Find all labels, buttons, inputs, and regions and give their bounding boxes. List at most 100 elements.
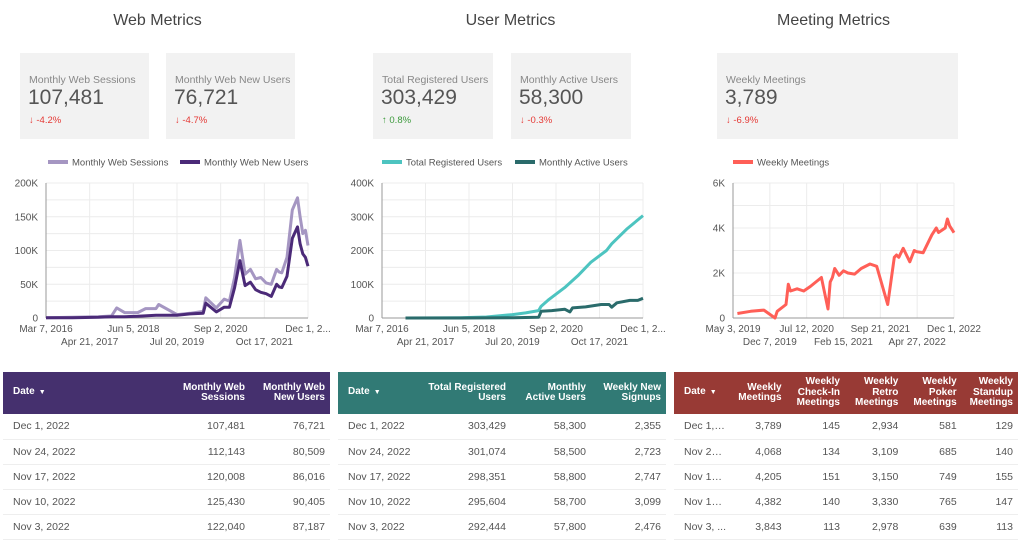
table-row[interactable]: Nov 10, 2022 295,604 58,700 3,099 xyxy=(338,489,666,515)
kpi-card-web-sessions: Monthly Web Sessions 107,481 ↓ -4.2% xyxy=(20,53,149,139)
column-header-weekly-meetings[interactable]: Weekly Meetings xyxy=(732,372,786,414)
value-cell: 4,068 xyxy=(732,439,787,465)
y-tick-label: 2K xyxy=(713,269,726,280)
kpi-change: ↓ -4.7% xyxy=(175,115,207,126)
column-header-total-registered-users[interactable]: Total Registered Users xyxy=(421,372,511,414)
kpi-card-web-new-users: Monthly Web New Users 76,721 ↓ -4.7% xyxy=(166,53,295,139)
kpi-change: ↓ -4.2% xyxy=(29,115,61,126)
y-tick-label: 200K xyxy=(351,246,375,257)
column-header-monthly-active-users[interactable]: Monthly Active Users xyxy=(511,372,591,414)
x-tick-label: Jul 20, 2019 xyxy=(485,337,540,348)
value-cell: 2,476 xyxy=(591,514,666,540)
legend-swatch xyxy=(733,160,753,164)
date-cell: Nov 3, 2022 xyxy=(3,514,170,540)
table-row[interactable]: Nov 24, 2022 112,143 80,509 xyxy=(3,439,330,465)
date-cell: Nov 17, 2022 xyxy=(338,464,421,490)
column-header-weekly-retro-meetings[interactable]: Weekly Retro Meetings xyxy=(845,372,903,414)
legend-item[interactable]: Total Registered Users xyxy=(382,158,502,169)
column-header-weekly-poker-meetings[interactable]: Weekly Poker Meetings xyxy=(903,372,961,414)
kpi-label: Weekly Meetings xyxy=(726,74,806,86)
x-tick-label: Dec 1, 2022 xyxy=(927,324,981,335)
table-row[interactable]: Nov 3, 2022 122,040 87,187 xyxy=(3,514,330,540)
table-row[interactable]: Nov 3, ... 3,843 113 2,978 639 113 xyxy=(674,514,1018,540)
legend-label: Monthly Web Sessions xyxy=(72,158,169,169)
value-cell: 3,099 xyxy=(591,489,666,515)
date-cell: Nov 10, 2022 xyxy=(3,489,170,515)
value-cell: 58,700 xyxy=(511,489,591,515)
table-row[interactable]: Nov 3, 2022 292,444 57,800 2,476 xyxy=(338,514,666,540)
x-tick-label: Mar 7, 2016 xyxy=(355,324,409,335)
date-cell: Nov 17,... xyxy=(674,464,733,490)
legend-item[interactable]: Monthly Web Sessions xyxy=(48,158,169,169)
column-header-label: Weekly Poker Meetings xyxy=(913,376,957,409)
legend-swatch xyxy=(48,160,68,164)
x-tick-label: Dec 7, 2019 xyxy=(743,337,797,348)
value-cell: 749 xyxy=(903,464,962,490)
y-tick-label: 100K xyxy=(15,246,39,257)
x-tick-label: Mar 7, 2016 xyxy=(19,324,73,335)
section-title-user: User Metrics xyxy=(465,12,556,29)
x-tick-label: Feb 15, 2021 xyxy=(814,337,873,348)
x-tick-label: Apr 21, 2017 xyxy=(61,337,119,348)
value-cell: 3,789 xyxy=(732,414,787,440)
table-row[interactable]: Nov 10,... 4,382 140 3,330 765 147 xyxy=(674,489,1018,515)
table-row[interactable]: Dec 1, 2022 303,429 58,300 2,355 xyxy=(338,414,666,440)
legend-label: Monthly Web New Users xyxy=(204,158,309,169)
legend-item[interactable]: Monthly Web New Users xyxy=(180,158,309,169)
kpi-change-value: -6.9% xyxy=(733,115,759,126)
table-row[interactable]: Nov 17,... 4,205 151 3,150 749 155 xyxy=(674,464,1018,490)
column-header-weekly-check-in-meetings[interactable]: Weekly Check-In Meetings xyxy=(787,372,845,414)
table-row[interactable]: Nov 24, 2022 301,074 58,500 2,723 xyxy=(338,439,666,465)
x-tick-label: Sep 2, 2020 xyxy=(194,324,248,335)
table-row[interactable]: Nov 24,... 4,068 134 3,109 685 140 xyxy=(674,439,1018,465)
x-tick-label: Oct 17, 2021 xyxy=(571,337,629,348)
y-tick-label: 200K xyxy=(15,179,39,190)
y-tick-label: 0 xyxy=(368,314,374,325)
column-header-weekly-standup-meetings[interactable]: Weekly Standup Meetings xyxy=(962,372,1018,414)
value-cell: 134 xyxy=(786,439,845,465)
table-row[interactable]: Dec 1, 2... 3,789 145 2,934 581 129 xyxy=(674,414,1018,440)
value-cell: 112,143 xyxy=(170,439,250,465)
table-row[interactable]: Dec 1, 2022 107,481 76,721 xyxy=(3,414,330,440)
value-cell: 113 xyxy=(786,514,845,540)
sort-desc-icon[interactable]: ▼ xyxy=(374,389,381,396)
value-cell: 3,150 xyxy=(844,464,904,490)
column-header-monthly-web-new-users[interactable]: Monthly Web New Users xyxy=(250,372,330,414)
x-tick-label: Oct 17, 2021 xyxy=(236,337,294,348)
legend-label: Weekly Meetings xyxy=(757,158,829,169)
web-metrics-chart: Monthly Web Sessions Monthly Web New User… xyxy=(15,158,331,349)
x-tick-label: Dec 1, 2... xyxy=(620,324,666,335)
meeting-metrics-table: Date ▼ Weekly Meetings Weekly Check-In Meet… xyxy=(674,372,1018,540)
value-cell: 122,040 xyxy=(170,514,250,540)
sort-desc-icon[interactable]: ▼ xyxy=(39,389,46,396)
column-header-date[interactable]: Date ▼ xyxy=(3,372,170,414)
section-title-web: Web Metrics xyxy=(113,12,202,29)
column-header-date[interactable]: Date ▼ xyxy=(338,372,421,414)
table-row[interactable]: Nov 17, 2022 298,351 58,800 2,747 xyxy=(338,464,666,490)
legend-item[interactable]: Weekly Meetings xyxy=(733,158,829,169)
legend-item[interactable]: Monthly Active Users xyxy=(515,158,628,169)
arrow-down-icon: ↓ xyxy=(520,115,525,126)
sort-desc-icon[interactable]: ▼ xyxy=(710,389,717,396)
table-row[interactable]: Nov 10, 2022 125,430 90,405 xyxy=(3,489,330,515)
value-cell: 3,843 xyxy=(732,514,787,540)
table-row[interactable]: Nov 17, 2022 120,008 86,016 xyxy=(3,464,330,490)
y-tick-label: 100K xyxy=(351,280,375,291)
value-cell: 76,721 xyxy=(250,414,330,440)
column-header-weekly-new-signups[interactable]: Weekly New Signups xyxy=(591,372,666,414)
column-header-label: Weekly Standup Meetings xyxy=(969,376,1013,409)
column-header-label: Date xyxy=(13,386,35,398)
kpi-card-registered-users: Total Registered Users 303,429 ↑ 0.8% xyxy=(373,53,493,139)
x-tick-label: Dec 1, 2... xyxy=(285,324,331,335)
column-header-date[interactable]: Date ▼ xyxy=(674,372,732,414)
column-header-label: Weekly Meetings xyxy=(738,381,782,403)
column-header-monthly-web-sessions[interactable]: Monthly Web Sessions xyxy=(170,372,250,414)
value-cell: 155 xyxy=(961,464,1018,490)
kpi-value: 107,481 xyxy=(28,86,104,109)
value-cell: 140 xyxy=(786,489,845,515)
value-cell: 4,382 xyxy=(732,489,787,515)
kpi-change: ↓ -0.3% xyxy=(520,115,552,126)
value-cell: 58,800 xyxy=(511,464,591,490)
arrow-up-icon: ↑ xyxy=(382,115,387,126)
y-tick-label: 4K xyxy=(713,224,726,235)
